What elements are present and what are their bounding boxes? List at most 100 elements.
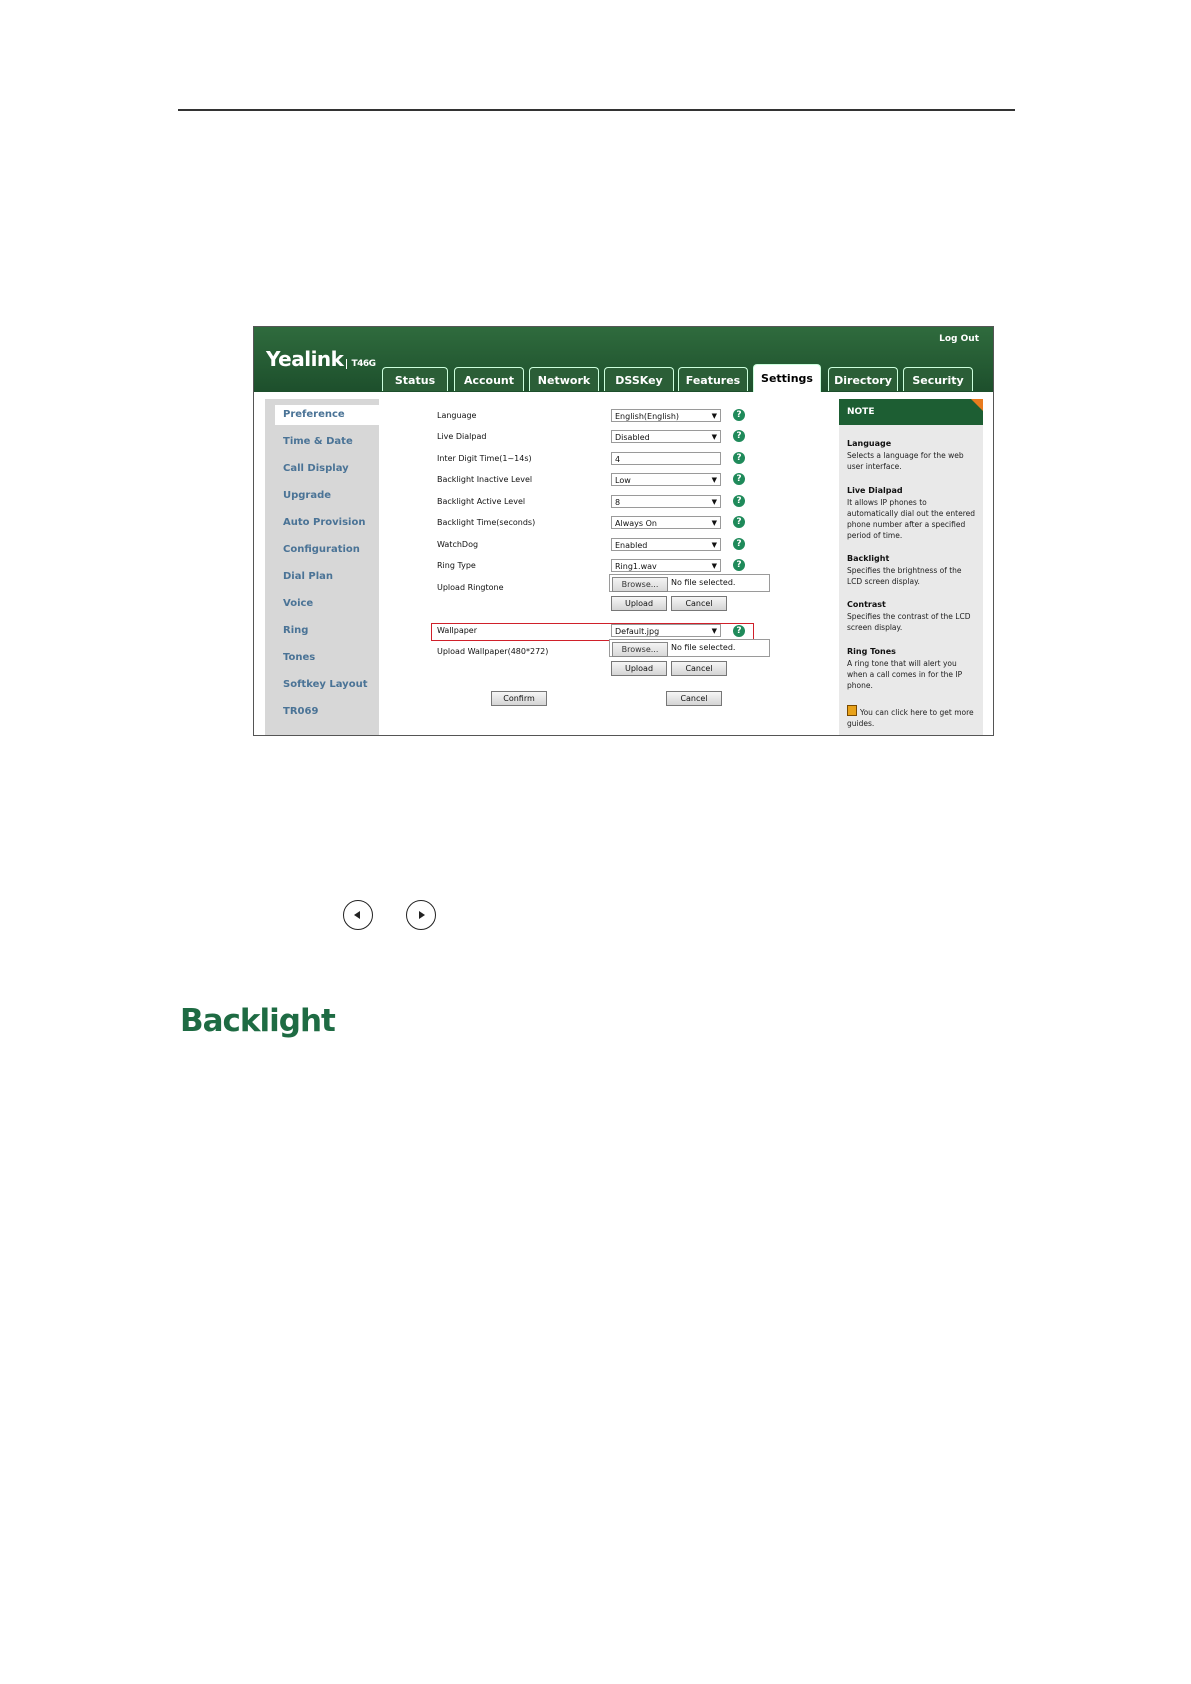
language-label: Language — [437, 411, 477, 420]
backlight-inactive-select[interactable]: Low ▼ — [611, 473, 721, 486]
wallpaper-browse-button[interactable]: Browse... — [612, 642, 668, 657]
guide-book-icon — [847, 705, 857, 716]
sidebar-item-tr069[interactable]: TR069 — [283, 706, 318, 717]
sidebar-item-dial-plan[interactable]: Dial Plan — [283, 571, 333, 582]
sidebar-item-call-display[interactable]: Call Display — [283, 463, 349, 474]
wallpaper-cancel-button[interactable]: Cancel — [671, 661, 727, 676]
sidebar-item-configuration[interactable]: Configuration — [283, 544, 360, 555]
sidebar-item-time-date[interactable]: Time & Date — [283, 436, 353, 447]
backlight-time-value: Always On — [615, 519, 657, 528]
dropdown-arrow-icon: ▼ — [711, 627, 717, 635]
wallpaper-label: Wallpaper — [437, 626, 478, 635]
note-guide-text: You can click here to get more guides. — [847, 708, 974, 728]
watchdog-value: Enabled — [615, 541, 648, 550]
sidebar-item-upgrade[interactable]: Upgrade — [283, 490, 331, 501]
sidebar-item-ring[interactable]: Ring — [283, 625, 308, 636]
wallpaper-upload-button[interactable]: Upload — [611, 661, 667, 676]
note-language-title: Language — [847, 439, 892, 448]
upload-ringtone-label: Upload Ringtone — [437, 583, 504, 592]
ring-type-label: Ring Type — [437, 561, 476, 570]
backlight-time-select[interactable]: Always On ▼ — [611, 516, 721, 529]
logout-link[interactable]: Log Out — [939, 334, 979, 344]
top-bar: Yealink T46G Log Out Status Account Netwo… — [254, 327, 993, 392]
upload-wallpaper-label: Upload Wallpaper(480*272) — [437, 647, 549, 656]
sidebar-item-tones[interactable]: Tones — [283, 652, 315, 663]
tab-dsskey[interactable]: DSSKey — [604, 367, 674, 391]
language-select[interactable]: English(English) ▼ — [611, 409, 721, 422]
dropdown-arrow-icon: ▼ — [711, 476, 717, 484]
header-rule — [178, 109, 1015, 111]
sidebar-item-preference[interactable]: Preference — [283, 409, 345, 420]
help-icon[interactable]: ? — [733, 452, 745, 464]
backlight-active-select[interactable]: 8 ▼ — [611, 495, 721, 508]
yealink-logo: Yealink T46G — [266, 347, 376, 371]
backlight-inactive-value: Low — [615, 476, 631, 485]
note-panel: NOTE Language Selects a language for the… — [839, 399, 983, 735]
inter-digit-input[interactable]: 4 — [611, 452, 721, 465]
note-ring-tones-text: A ring tone that will alert you when a c… — [847, 659, 963, 690]
help-icon[interactable]: ? — [733, 430, 745, 442]
note-ring-tones-title: Ring Tones — [847, 647, 896, 656]
dropdown-arrow-icon: ▼ — [711, 562, 717, 570]
backlight-inactive-label: Backlight Inactive Level — [437, 475, 533, 484]
tab-status[interactable]: Status — [382, 367, 448, 391]
help-icon[interactable]: ? — [733, 409, 745, 421]
language-value: English(English) — [615, 412, 680, 421]
right-navigation-key-icon — [406, 900, 436, 930]
tab-account[interactable]: Account — [454, 367, 524, 391]
help-icon[interactable]: ? — [733, 625, 745, 637]
backlight-active-value: 8 — [615, 498, 621, 507]
note-backlight-text: Specifies the brightness of the LCD scre… — [847, 566, 962, 586]
help-icon[interactable]: ? — [733, 559, 745, 571]
note-contrast-text: Specifies the contrast of the LCD screen… — [847, 612, 971, 632]
sidebar-item-voice[interactable]: Voice — [283, 598, 313, 609]
note-guide-link[interactable]: You can click here to get more guides. — [847, 705, 979, 729]
help-icon[interactable]: ? — [733, 495, 745, 507]
wallpaper-select[interactable]: Default.jpg ▼ — [611, 624, 721, 637]
note-backlight-title: Backlight — [847, 554, 890, 563]
live-dialpad-select[interactable]: Disabled ▼ — [611, 430, 721, 443]
dropdown-arrow-icon: ▼ — [711, 519, 717, 527]
note-header: NOTE — [839, 399, 983, 425]
dropdown-arrow-icon: ▼ — [711, 541, 717, 549]
help-icon[interactable]: ? — [733, 516, 745, 528]
note-live-dialpad-title: Live Dialpad — [847, 486, 903, 495]
note-corner-decoration — [971, 399, 983, 411]
dropdown-arrow-icon: ▼ — [711, 498, 717, 506]
ringtone-file-input[interactable]: Browse... No file selected. — [609, 574, 770, 592]
ringtone-upload-button[interactable]: Upload — [611, 596, 667, 611]
note-contrast-title: Contrast — [847, 600, 886, 609]
cancel-button[interactable]: Cancel — [666, 691, 722, 706]
wallpaper-no-file-text: No file selected. — [671, 643, 736, 652]
wallpaper-file-input[interactable]: Browse... No file selected. — [609, 639, 770, 657]
tab-network[interactable]: Network — [529, 367, 599, 391]
right-arrow-glyph — [419, 911, 425, 919]
watchdog-select[interactable]: Enabled ▼ — [611, 538, 721, 551]
backlight-time-label: Backlight Time(seconds) — [437, 518, 536, 527]
logo-text: Yealink — [266, 347, 344, 371]
web-ui-screenshot: Yealink T46G Log Out Status Account Netwo… — [253, 326, 994, 736]
ringtone-browse-button[interactable]: Browse... — [612, 577, 668, 592]
tab-security[interactable]: Security — [903, 367, 973, 391]
dropdown-arrow-icon: ▼ — [711, 433, 717, 441]
inter-digit-value: 4 — [615, 455, 621, 464]
live-dialpad-label: Live Dialpad — [437, 432, 487, 441]
left-navigation-key-icon — [343, 900, 373, 930]
left-arrow-glyph — [354, 911, 360, 919]
help-icon[interactable]: ? — [733, 538, 745, 550]
ring-type-value: Ring1.wav — [615, 562, 657, 571]
ring-type-select[interactable]: Ring1.wav ▼ — [611, 559, 721, 572]
help-icon[interactable]: ? — [733, 473, 745, 485]
tab-features[interactable]: Features — [678, 367, 748, 391]
tab-directory[interactable]: Directory — [828, 367, 898, 391]
tab-settings[interactable]: Settings — [753, 364, 821, 392]
section-heading: Backlight — [180, 1003, 336, 1039]
ringtone-cancel-button[interactable]: Cancel — [671, 596, 727, 611]
sidebar-item-softkey-layout[interactable]: Softkey Layout — [283, 679, 367, 690]
confirm-button[interactable]: Confirm — [491, 691, 547, 706]
note-language-text: Selects a language for the web user inte… — [847, 451, 964, 471]
sidebar-item-auto-provision[interactable]: Auto Provision — [283, 517, 365, 528]
model-label: T46G — [346, 359, 376, 369]
ringtone-no-file-text: No file selected. — [671, 578, 736, 587]
sidebar: Preference Time & Date Call Display Upgr… — [265, 399, 379, 735]
